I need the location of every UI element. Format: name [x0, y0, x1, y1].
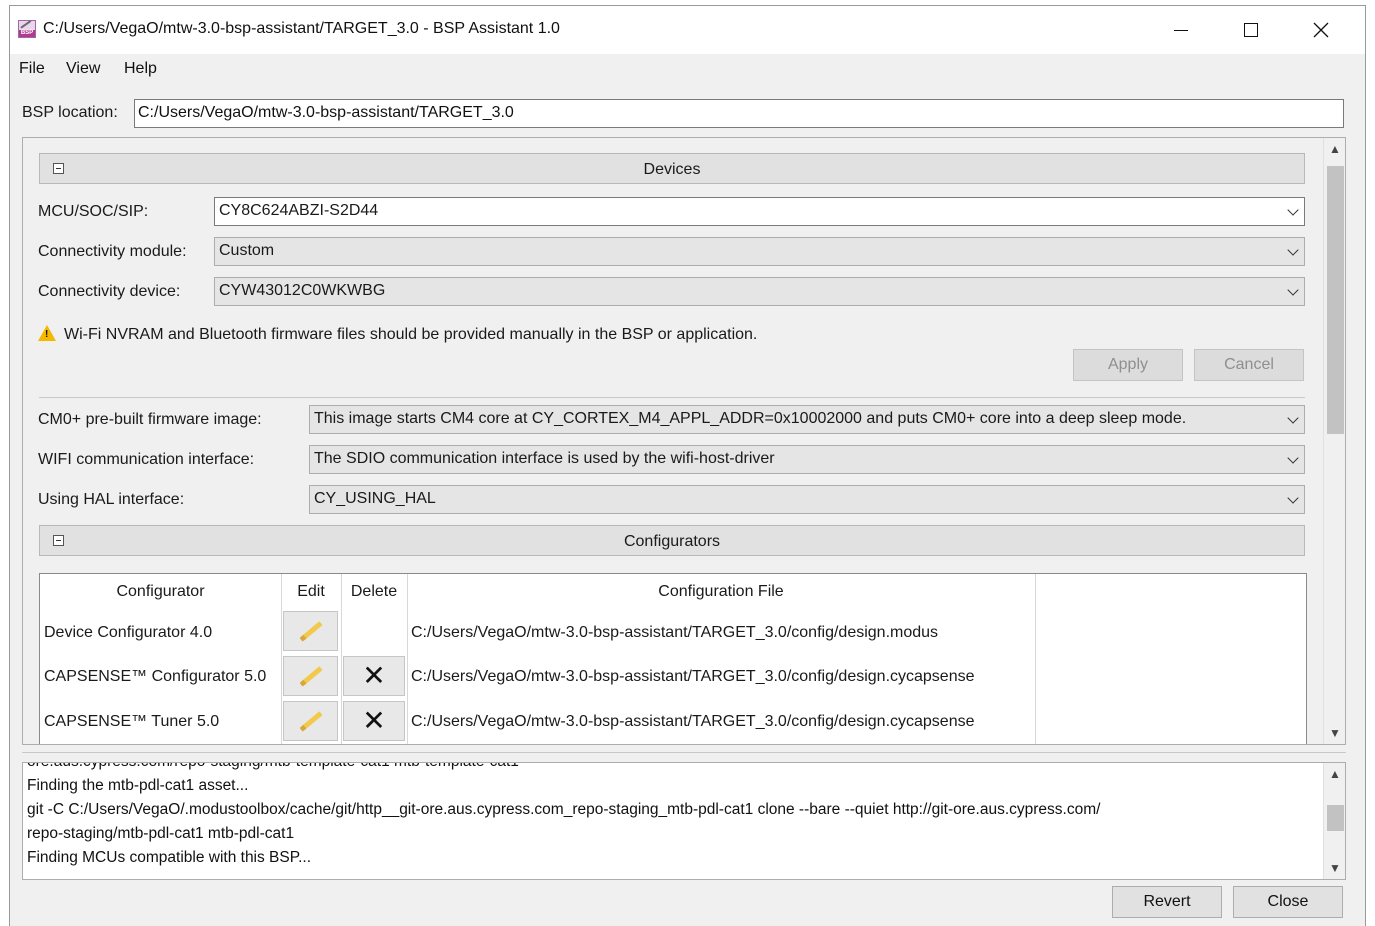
edit-button[interactable]: [283, 701, 338, 741]
delete-icon: ✕: [362, 704, 386, 737]
separator: [39, 397, 1305, 398]
pencil-icon: [298, 710, 323, 732]
cm0-image-select[interactable]: This image starts CM4 core at CY_CORTEX_…: [309, 405, 1305, 434]
chevron-down-icon: [1287, 284, 1299, 296]
bsp-assistant-window: BSP C:/Users/VegaO/mtw-3.0-bsp-assistant…: [9, 5, 1366, 926]
menu-view[interactable]: View: [66, 60, 100, 78]
configurator-name: Device Configurator 4.0: [44, 624, 213, 641]
wifi-interface-value: The SDIO communication interface is used…: [314, 450, 775, 467]
configurators-section-title: Configurators: [623, 533, 721, 550]
configurator-name: CAPSENSE™ Configurator 5.0: [44, 668, 267, 685]
menu-file[interactable]: File: [19, 60, 45, 78]
minimize-icon: [1174, 29, 1188, 31]
delete-icon: ✕: [362, 659, 386, 692]
header-config-file: Configuration File: [658, 583, 784, 600]
configurator-name: CAPSENSE™ Tuner 5.0: [44, 713, 220, 730]
connectivity-device-select[interactable]: CYW43012C0WKWBG: [214, 277, 1305, 306]
close-button[interactable]: Close: [1233, 886, 1343, 918]
log-line: git -C C:/Users/VegaO/.modustoolbox/cach…: [27, 801, 1101, 818]
devices-section-title: Devices: [643, 161, 701, 178]
scroll-down-icon[interactable]: ▼: [1324, 861, 1345, 875]
log-line: Finding MCUs compatible with this BSP...: [27, 849, 311, 866]
log-scrollbar[interactable]: ▲ ▼: [1323, 763, 1345, 879]
connectivity-device-value: CYW43012C0WKWBG: [219, 282, 386, 299]
devices-section-header[interactable]: Devices: [39, 153, 1305, 184]
chevron-down-icon: [1287, 452, 1299, 464]
maximize-icon: [1244, 23, 1258, 37]
scrollbar-thumb[interactable]: [1327, 805, 1344, 831]
chevron-down-icon: [1287, 412, 1299, 424]
apply-button[interactable]: Apply: [1073, 349, 1183, 381]
scroll-down-icon[interactable]: ▼: [1324, 726, 1345, 740]
delete-button[interactable]: ✕: [343, 701, 405, 741]
close-window-button[interactable]: [1286, 6, 1356, 54]
connectivity-module-select[interactable]: Custom: [214, 237, 1305, 266]
wifi-interface-label: WIFI communication interface:: [38, 451, 255, 468]
connectivity-module-label: Connectivity module:: [38, 243, 187, 260]
configurators-section-header[interactable]: Configurators: [39, 525, 1305, 556]
menu-bar: File View Help: [10, 56, 1365, 82]
chevron-down-icon: [1287, 204, 1299, 216]
edit-button[interactable]: [283, 611, 338, 651]
warning-icon: !: [38, 325, 56, 341]
header-delete: Delete: [350, 583, 398, 600]
config-file-path: C:/Users/VegaO/mtw-3.0-bsp-assistant/TAR…: [411, 624, 939, 641]
header-edit: Edit: [297, 583, 325, 600]
mcu-label: MCU/SOC/SIP:: [38, 203, 149, 220]
hal-interface-value: CY_USING_HAL: [314, 490, 436, 507]
wifi-interface-select[interactable]: The SDIO communication interface is used…: [309, 445, 1305, 474]
menu-help[interactable]: Help: [124, 60, 157, 78]
chevron-down-icon: [1287, 244, 1299, 256]
scrollbar-thumb[interactable]: [1327, 166, 1344, 434]
cancel-button[interactable]: Cancel: [1194, 349, 1304, 381]
mcu-value: CY8C624ABZI-S2D44: [219, 202, 379, 219]
hal-interface-select[interactable]: CY_USING_HAL: [309, 485, 1305, 514]
chevron-down-icon: [1287, 492, 1299, 504]
log-line: repo-staging/mtb-pdl-cat1 mtb-pdl-cat1: [27, 825, 295, 842]
scroll-up-icon[interactable]: ▲: [1324, 142, 1345, 156]
settings-scroll-area: Devices MCU/SOC/SIP: CY8C624ABZI-S2D44 C…: [22, 137, 1346, 745]
delete-button[interactable]: ✕: [343, 656, 405, 696]
window-title: C:/Users/VegaO/mtw-3.0-bsp-assistant/TAR…: [43, 20, 560, 37]
config-file-path: C:/Users/VegaO/mtw-3.0-bsp-assistant/TAR…: [411, 713, 975, 730]
log-line: Finding the mtb-pdl-cat1 asset...: [27, 777, 249, 794]
warning-message: ! Wi-Fi NVRAM and Bluetooth firmware file…: [38, 325, 757, 344]
cm0-image-label: CM0+ pre-built firmware image:: [38, 411, 262, 428]
header-configurator: Configurator: [116, 583, 205, 600]
mcu-select[interactable]: CY8C624ABZI-S2D44: [214, 197, 1305, 226]
pencil-icon: [298, 620, 323, 642]
bsp-app-icon: BSP: [18, 20, 36, 38]
config-file-path: C:/Users/VegaO/mtw-3.0-bsp-assistant/TAR…: [411, 668, 975, 685]
warning-text: Wi-Fi NVRAM and Bluetooth firmware files…: [64, 326, 758, 343]
log-line: ore.aus.cypress.com/repo-staging/mtb-tem…: [27, 763, 1317, 774]
hal-interface-label: Using HAL interface:: [38, 491, 185, 508]
bsp-location-label: BSP location:: [22, 104, 118, 121]
cm0-image-value: This image starts CM4 core at CY_CORTEX_…: [314, 410, 1187, 427]
maximize-button[interactable]: [1216, 6, 1286, 54]
close-icon: [1313, 22, 1329, 38]
minimize-button[interactable]: [1146, 6, 1216, 54]
bsp-location-field[interactable]: C:/Users/VegaO/mtw-3.0-bsp-assistant/TAR…: [134, 99, 1344, 128]
revert-button[interactable]: Revert: [1112, 886, 1222, 918]
connectivity-device-label: Connectivity device:: [38, 283, 181, 300]
connectivity-module-value: Custom: [219, 242, 275, 259]
title-bar: BSP C:/Users/VegaO/mtw-3.0-bsp-assistant…: [10, 6, 1365, 54]
splitter[interactable]: [22, 752, 1346, 753]
pencil-icon: [298, 665, 323, 687]
settings-scrollbar[interactable]: ▲ ▼: [1323, 138, 1345, 744]
configurators-table: Configurator Edit Delete Configuration F…: [39, 573, 1307, 744]
scroll-up-icon[interactable]: ▲: [1324, 767, 1345, 781]
edit-button[interactable]: [283, 656, 338, 696]
log-output: ore.aus.cypress.com/repo-staging/mtb-tem…: [22, 762, 1346, 880]
